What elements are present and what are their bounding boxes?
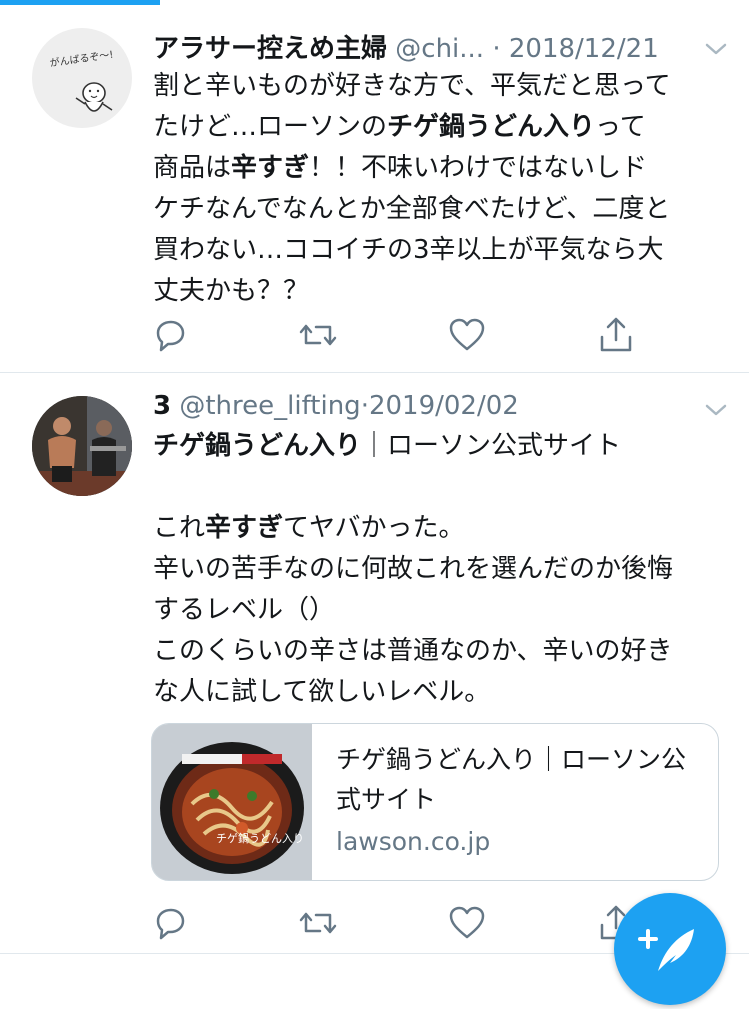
- tweet[interactable]: がんばるぞ〜! アラサー控えめ主婦 @chi... · 2018/12/21 割…: [0, 0, 749, 373]
- product-photo: チゲ鍋うどん入り: [152, 724, 312, 880]
- display-name[interactable]: アラサー控えめ主婦: [153, 34, 387, 64]
- tweet-header: アラサー控えめ主婦 @chi... · 2018/12/21: [153, 28, 729, 68]
- user-handle[interactable]: @chi...: [395, 34, 484, 64]
- retweet-icon[interactable]: [298, 315, 338, 355]
- text-segment: ケチなんでなんとか全部食べたけど、二度と: [153, 194, 671, 224]
- separator-dot: ·: [492, 34, 501, 64]
- card-image: チゲ鍋うどん入り: [152, 724, 312, 880]
- text-segment: これ: [153, 513, 206, 543]
- tweet-text-line: このくらいの辛さは普通なのか、辛いの好き: [153, 631, 728, 672]
- retweet-icon[interactable]: [298, 903, 338, 943]
- highlighted-keyword: 辛すぎ: [231, 153, 310, 183]
- avatar[interactable]: [32, 396, 132, 496]
- text-segment: ｜ローソン公式サイト: [361, 431, 622, 461]
- avatar-photo: [32, 396, 132, 496]
- text-segment: 買わない…ココイチの3辛以上が平気なら大: [153, 235, 664, 265]
- reply-icon[interactable]: [150, 903, 190, 943]
- tweet-text-line: ケチなんでなんとか全部食べたけど、二度と: [153, 189, 728, 230]
- tweet-text-line: [153, 467, 728, 508]
- card-title[interactable]: チゲ鍋うどん入り｜ローソン公式サイト: [336, 740, 696, 820]
- display-name[interactable]: 3: [153, 391, 171, 421]
- link-card[interactable]: チゲ鍋うどん入り チゲ鍋うどん入り｜ローソン公式サイト lawson.co.jp: [151, 723, 719, 881]
- avatar[interactable]: がんばるぞ〜!: [32, 28, 132, 128]
- user-handle[interactable]: @three_lifting: [179, 391, 360, 421]
- tweet-text-line: 買わない…ココイチの3辛以上が平気なら大: [153, 230, 728, 271]
- text-segment: な人に試して欲しいレベル。: [153, 677, 491, 707]
- highlighted-keyword: チゲ鍋うどん入り: [153, 431, 362, 461]
- like-icon[interactable]: [447, 903, 487, 943]
- tweet-text-line: な人に試して欲しいレベル。: [153, 672, 728, 713]
- tweet-text: チゲ鍋うどん入り｜ローソン公式サイト これ辛すぎてヤバかった。 辛いの苦手なのに何故…: [153, 426, 728, 713]
- compose-tweet-icon: [638, 929, 694, 971]
- tweet-actions: [150, 315, 640, 355]
- compose-tweet-button[interactable]: [614, 893, 726, 1005]
- tweet-actions: [150, 903, 640, 943]
- text-segment: って: [595, 112, 646, 142]
- tweet-date[interactable]: 2018/12/21: [509, 34, 659, 64]
- chevron-down-icon[interactable]: [701, 395, 731, 425]
- tweet-text-line: 辛いの苦手なのに何故これを選んだのか後悔: [153, 549, 728, 590]
- text-segment: たけど…ローソンの: [153, 112, 388, 142]
- text-segment: このくらいの辛さは普通なのか、辛いの好き: [153, 636, 673, 666]
- text-segment: 丈夫かも？？: [153, 276, 310, 306]
- like-icon[interactable]: [447, 315, 487, 355]
- tweet-date[interactable]: 2019/02/02: [369, 391, 519, 421]
- text-segment: ！！不味いわけではないしド: [309, 153, 648, 183]
- text-segment: 辛いの苦手なのに何故これを選んだのか後悔: [153, 554, 674, 584]
- avatar-illustration: がんばるぞ〜!: [49, 48, 114, 112]
- highlighted-keyword: チゲ鍋うどん入り: [387, 112, 596, 142]
- tweet[interactable]: 3 @three_lifting·2019/02/02 チゲ鍋うどん入り｜ローソ…: [0, 373, 749, 954]
- avatar-text: がんばるぞ〜!: [49, 48, 114, 70]
- text-segment: 割と辛いものが好きな方で、平気だと思って: [153, 71, 671, 101]
- separator-dot: ·: [360, 391, 369, 421]
- text-segment: てヤバかった。: [283, 513, 465, 543]
- tweet-text-line: これ辛すぎてヤバかった。: [153, 508, 728, 549]
- tweet-text-line: するレベル（）: [153, 590, 728, 631]
- card-domain[interactable]: lawson.co.jp: [336, 822, 490, 862]
- product-label: チゲ鍋うどん入り: [216, 831, 304, 845]
- share-icon[interactable]: [596, 315, 636, 355]
- chevron-down-icon[interactable]: [701, 34, 731, 64]
- text-segment: するレベル（）: [153, 595, 336, 625]
- tweet-text-line: 丈夫かも？？: [153, 271, 728, 312]
- reply-icon[interactable]: [150, 315, 190, 355]
- text-segment: 商品は: [153, 153, 232, 183]
- tweet-text: 割と辛いものが好きな方で、平気だと思って たけど…ローソンのチゲ鍋うどん入りって商…: [153, 66, 728, 312]
- tweet-header: 3 @three_lifting·2019/02/02: [153, 391, 729, 431]
- tweet-text-line: 割と辛いものが好きな方で、平気だと思って: [153, 66, 728, 107]
- tweet-text-line: 商品は辛すぎ！！不味いわけではないしド: [153, 148, 728, 189]
- highlighted-keyword: 辛すぎ: [205, 513, 284, 543]
- tweet-text-line: チゲ鍋うどん入り｜ローソン公式サイト: [153, 426, 728, 467]
- tweet-text-line: たけど…ローソンのチゲ鍋うどん入りって: [153, 107, 728, 148]
